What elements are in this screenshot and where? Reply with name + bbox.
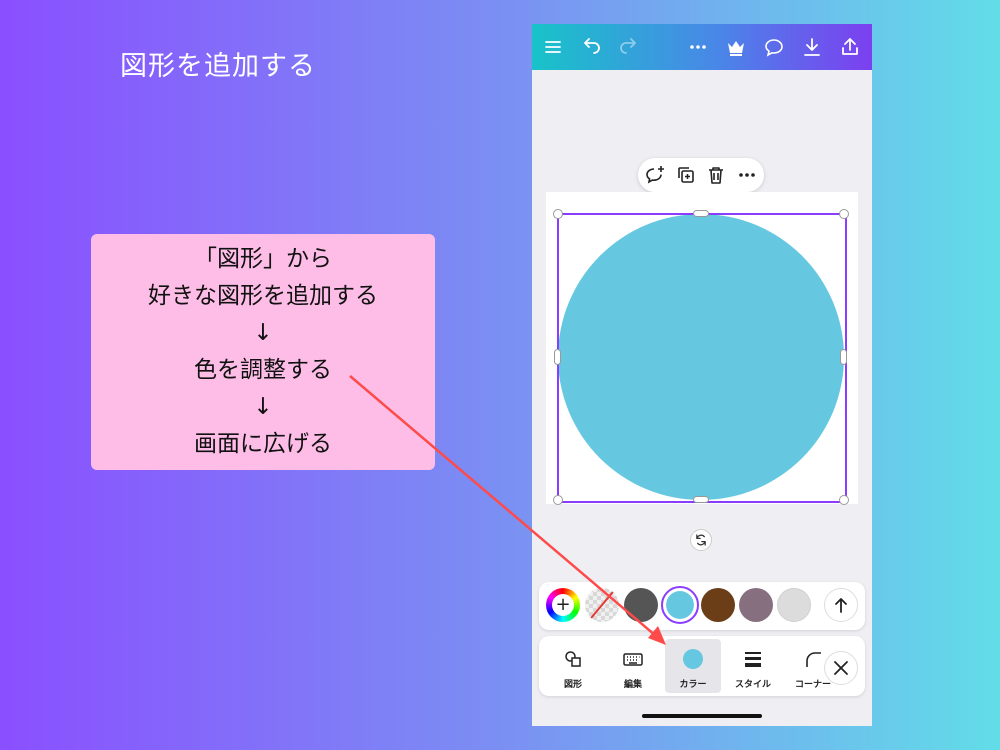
color-swatch[interactable] [701,588,735,622]
color-palette: + [539,582,865,630]
more-icon[interactable] [686,35,710,59]
tool-color[interactable]: カラー [665,639,721,693]
phone-screen: + 図形 編集 カラー スタイル コーナー [532,24,872,726]
rotate-icon [696,534,706,546]
style-icon [741,647,765,671]
resize-handle-bottom-left[interactable] [553,495,563,505]
arrow-up-icon [835,598,847,613]
share-icon[interactable] [838,35,862,59]
download-icon[interactable] [800,35,824,59]
instruction-note: 「図形」から 好きな図形を追加する ↓ 色を調整する ↓ 画面に広げる [91,234,435,470]
resize-handle-top-left[interactable] [553,209,563,219]
note-arrow: ↓ [253,394,273,420]
resize-handle-right[interactable] [840,349,847,365]
add-color-button[interactable]: + [546,588,580,622]
rotate-handle[interactable] [690,529,712,551]
plus-icon: + [552,594,574,616]
note-line: 画面に広げる [194,431,332,457]
resize-handle-top[interactable] [693,210,709,217]
shapes-icon [561,647,585,671]
color-swatch[interactable] [777,588,811,622]
resize-handle-bottom[interactable] [693,496,709,503]
expand-palette-button[interactable] [824,588,858,622]
close-icon [834,661,848,675]
tool-label: スタイル [734,680,771,690]
menu-icon[interactable] [541,35,565,59]
top-bar [532,24,872,70]
slide-title: 図形を追加する [120,51,316,82]
tool-edit[interactable]: 編集 [605,639,661,693]
duplicate-icon[interactable] [674,163,698,187]
keyboard-icon [621,647,645,671]
close-button[interactable] [824,651,858,685]
bottom-toolbar: 図形 編集 カラー スタイル コーナー [539,636,865,696]
tool-style[interactable]: スタイル [725,639,781,693]
color-swatch[interactable] [624,588,658,622]
trash-icon[interactable] [704,163,728,187]
no-color-swatch[interactable] [585,588,619,622]
resize-handle-left[interactable] [554,349,561,365]
note-line: 好きな図形を追加する [148,283,378,309]
home-indicator [642,714,762,718]
resize-handle-bottom-right[interactable] [839,495,849,505]
redo-icon[interactable] [616,35,640,59]
comment-add-icon[interactable] [643,163,667,187]
resize-handle-top-right[interactable] [839,209,849,219]
comment-icon[interactable] [762,35,786,59]
corner-icon [801,647,825,671]
color-dot-icon [681,647,705,671]
color-swatch[interactable] [739,588,773,622]
note-arrow: ↓ [253,320,273,346]
selection-box [557,213,847,503]
more-icon[interactable] [735,163,759,187]
tool-label: 図形 [563,680,582,690]
tool-shapes[interactable]: 図形 [545,639,601,693]
note-line: 色を調整する [194,357,332,383]
color-swatch-selected[interactable] [666,591,694,619]
tool-label: カラー [679,680,707,690]
crown-icon[interactable] [724,35,748,59]
note-line: 「図形」から [194,246,332,272]
tool-label: 編集 [623,680,642,690]
undo-icon[interactable] [580,35,604,59]
no-color-slash [587,588,617,622]
element-action-bar [638,158,764,192]
